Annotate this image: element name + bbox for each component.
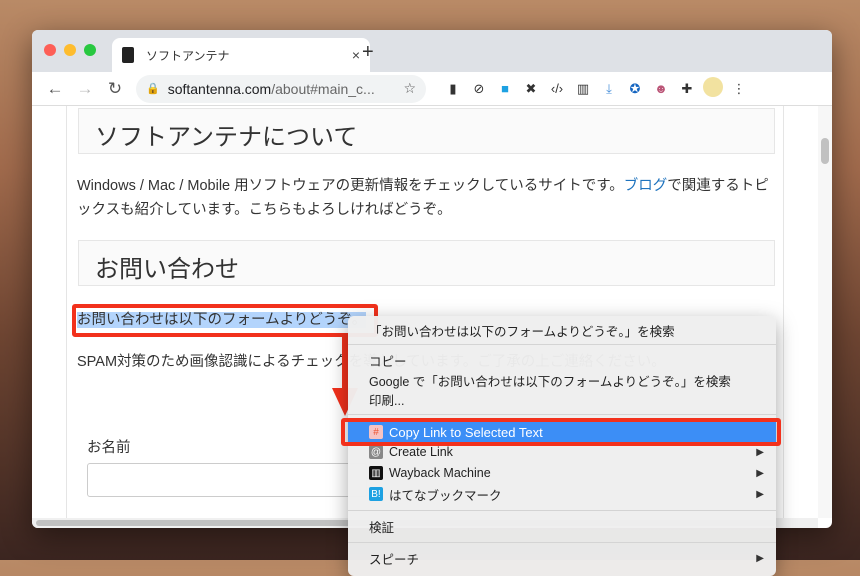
menu-search-selection[interactable]: 「お問い合わせは以下のフォームよりどうぞ。」を検索 [348,320,776,340]
url-host: softantenna.com [167,80,272,97]
tab-softantenna[interactable]: ソフトアンテナ × [112,38,370,72]
wayback-icon[interactable]: ▥ [570,81,596,97]
close-window-button[interactable] [44,44,56,56]
bookmark-star-icon[interactable]: ☆ [403,80,416,97]
toolbar: ← → ↻ 🔒 softantenna.com/about#main_c... … [32,72,832,106]
menu-label: はてなブックマーク [389,488,502,503]
lock-icon: 🔒 [146,83,160,95]
download-icon[interactable]: ⤓ [596,81,622,97]
menu-wayback-machine[interactable]: ▥ Wayback Machine ▶ [348,463,776,483]
submenu-arrow-icon: ▶ [756,552,764,564]
create-link-icon: @ [369,445,383,459]
menu-inspect[interactable]: 検証 [348,516,776,536]
annotation-box-menu-item [341,418,781,446]
annotation-box-selection [72,304,378,337]
tab-bar: ソフトアンテナ × + [32,30,832,72]
hatena-icon: B! [369,487,383,501]
submenu-arrow-icon: ▶ [756,488,764,500]
network-icon[interactable]: ✪ [622,81,648,97]
menu-hatena-bookmark[interactable]: B! はてなブックマーク ▶ [348,484,776,504]
back-button[interactable]: ← [40,79,70,99]
submenu-arrow-icon: ▶ [756,446,764,458]
reload-button[interactable]: ↻ [100,79,130,99]
profile-avatar[interactable] [700,77,726,100]
forward-button[interactable]: → [70,79,100,99]
puzzle-icon[interactable]: ✚ [674,81,700,97]
menu-label: Create Link [389,445,453,459]
site-favicon-icon [122,47,134,63]
menu-copy[interactable]: コピー [348,350,776,370]
menu-print[interactable]: 印刷... [348,389,776,409]
about-paragraph: Windows / Mac / Mobile 用ソフトウェアの更新情報をチェック… [77,174,777,222]
address-bar[interactable]: 🔒 softantenna.com/about#main_c... ☆ [136,74,426,103]
heading-about: ソフトアンテナについて [78,108,775,154]
menu-speech[interactable]: スピーチ ▶ [348,548,776,568]
name-label: お名前 [87,440,131,456]
about-text: Windows / Mac / Mobile 用ソフトウェアの更新情報をチェック… [77,178,624,194]
chrome-menu-icon[interactable]: ⋮ [726,81,752,97]
url-path: /about#main_c... [271,80,375,97]
name-input[interactable] [87,463,367,497]
block-icon[interactable]: ⊘ [466,81,492,97]
tab-close-icon[interactable]: × [352,47,360,63]
wayback-icon: ▥ [369,466,383,480]
menu-label: スピーチ [369,552,420,567]
menu-label: Wayback Machine [389,466,491,480]
code-icon[interactable]: ‹/› [544,81,570,96]
heading-contact: お問い合わせ [78,240,775,286]
submenu-arrow-icon: ▶ [756,467,764,479]
create-link-icon[interactable]: ▮ [440,81,466,97]
zoom-window-button[interactable] [84,44,96,56]
vertical-scrollbar[interactable] [818,106,832,518]
new-tab-button[interactable]: + [362,41,374,64]
hatena-icon[interactable]: ■ [492,81,518,96]
context-menu: 「お問い合わせは以下のフォームよりどうぞ。」を検索 コピー Google で「お… [348,316,776,576]
minimize-window-button[interactable] [64,44,76,56]
blog-link[interactable]: ブログ [624,178,668,194]
avatar-ext-icon[interactable]: ☻ [648,81,674,96]
tab-title: ソフトアンテナ [146,48,230,63]
menu-google-search[interactable]: Google で「お問い合わせは以下のフォームよりどうぞ。」を検索 [348,370,776,390]
pin-icon[interactable]: ✖ [518,81,544,97]
